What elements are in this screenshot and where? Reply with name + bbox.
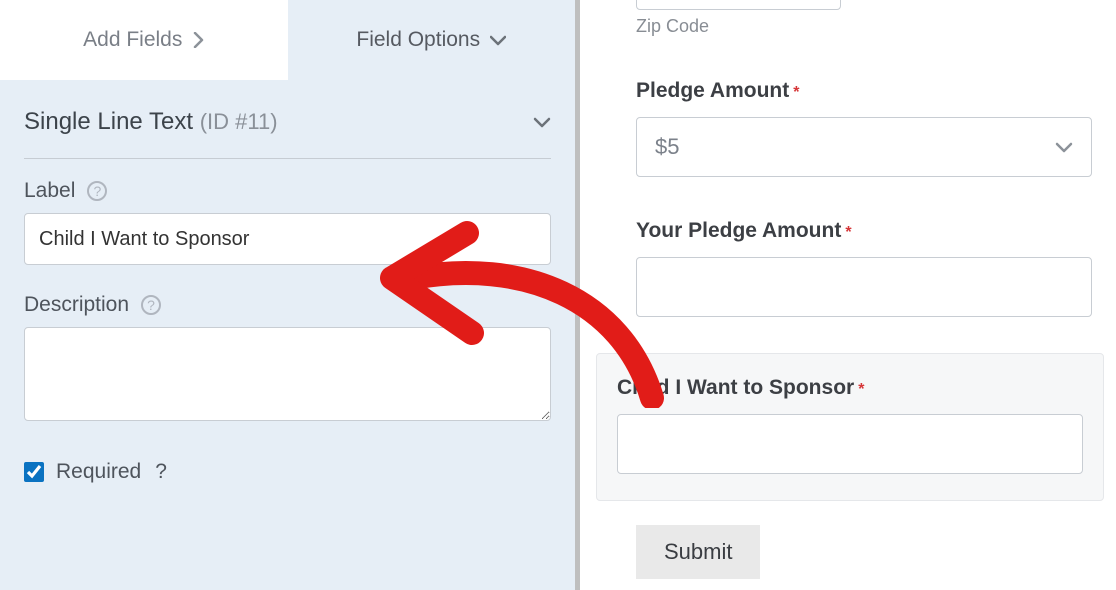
label-input[interactable] <box>24 213 551 265</box>
label-heading-row: Label ? <box>24 179 551 203</box>
tab-add-fields[interactable]: Add Fields <box>0 0 288 80</box>
tab-field-options-label: Field Options <box>356 28 480 52</box>
child-sponsor-label: Child I Want to Sponsor <box>617 376 854 399</box>
required-star-icon: * <box>793 84 799 101</box>
your-pledge-input[interactable] <box>636 257 1092 317</box>
tab-field-options[interactable]: Field Options <box>288 0 576 80</box>
panel-header[interactable]: Single Line Text (ID #11) <box>24 108 551 159</box>
label-heading: Label <box>24 179 75 203</box>
description-input[interactable] <box>24 327 551 421</box>
tab-add-fields-label: Add Fields <box>83 28 182 52</box>
field-options-panel: Single Line Text (ID #11) Label ? Descri… <box>0 80 575 484</box>
pledge-amount-value: $5 <box>655 134 679 160</box>
chevron-down-icon <box>490 34 506 46</box>
required-star-icon: * <box>858 381 864 398</box>
required-label: Required <box>56 460 141 484</box>
your-pledge-label: Your Pledge Amount <box>636 219 841 242</box>
help-icon[interactable]: ? <box>155 460 167 484</box>
chevron-right-icon <box>192 32 204 48</box>
zip-code-input[interactable] <box>636 0 841 10</box>
child-sponsor-input[interactable] <box>617 414 1083 474</box>
panel-title: Single Line Text <box>24 108 193 135</box>
submit-button[interactable]: Submit <box>636 525 760 579</box>
description-heading: Description <box>24 293 129 317</box>
pledge-amount-select[interactable]: $5 <box>636 117 1092 177</box>
description-heading-row: Description ? <box>24 293 551 317</box>
help-icon[interactable]: ? <box>87 181 107 201</box>
your-pledge-block: Your Pledge Amount* <box>636 219 1092 317</box>
help-icon[interactable]: ? <box>141 295 161 315</box>
form-preview: Zip Code Pledge Amount* $5 Your Pledge A… <box>580 0 1116 590</box>
required-row: Required ? <box>24 460 551 484</box>
required-checkbox[interactable] <box>24 462 44 482</box>
chevron-down-icon <box>533 108 551 136</box>
panel-title-wrap: Single Line Text (ID #11) <box>24 108 278 136</box>
sidebar-tabs: Add Fields Field Options <box>0 0 575 80</box>
required-star-icon: * <box>845 224 851 241</box>
pledge-amount-block: Pledge Amount* $5 <box>636 79 1092 177</box>
panel-id: (ID #11) <box>200 109 278 134</box>
chevron-down-icon <box>1055 134 1073 160</box>
pledge-amount-label: Pledge Amount <box>636 79 789 102</box>
zip-code-label: Zip Code <box>636 16 1092 37</box>
field-options-sidebar: Add Fields Field Options Single Line Tex… <box>0 0 580 590</box>
child-sponsor-block[interactable]: Child I Want to Sponsor* <box>596 353 1104 501</box>
